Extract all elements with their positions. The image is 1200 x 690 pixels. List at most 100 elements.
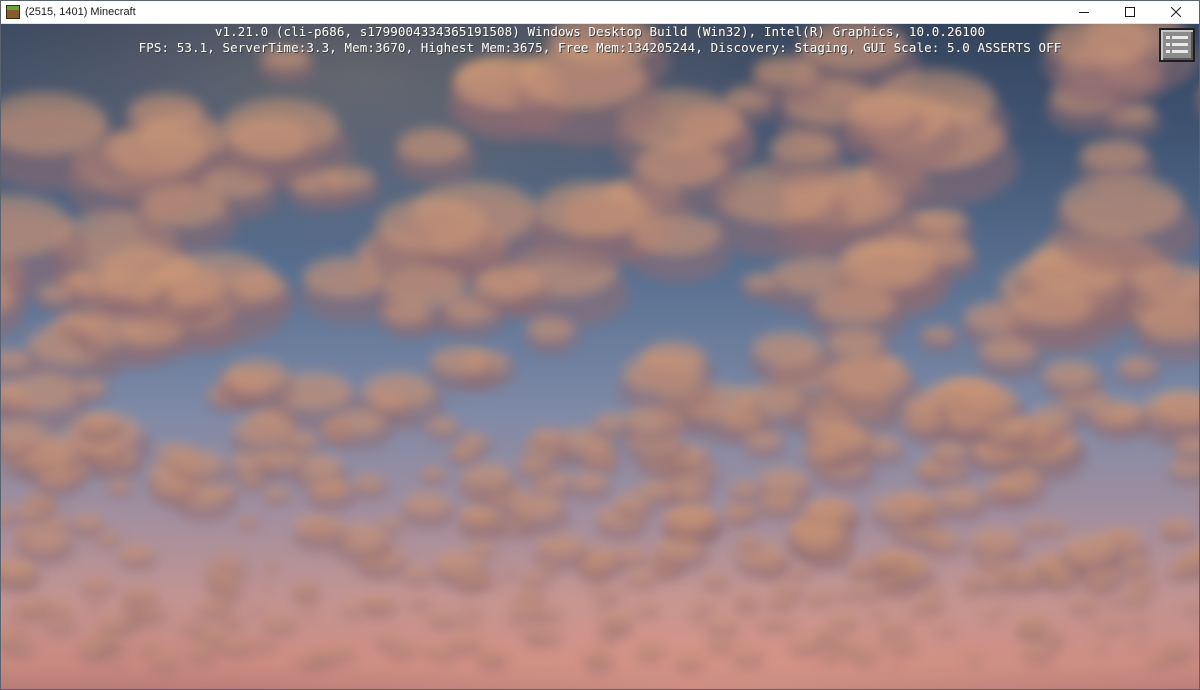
cloud — [380, 517, 403, 529]
cloud — [17, 627, 28, 633]
cloud — [8, 615, 21, 622]
cloud — [736, 593, 751, 601]
cloud — [586, 649, 606, 659]
debug-stats-line: FPS: 53.1, ServerTime:3.3, Mem:3670, Hig… — [138, 40, 1062, 55]
cloud — [922, 325, 955, 343]
title-bar[interactable]: (2515, 1401) Minecraft — [1, 1, 1199, 24]
close-icon — [1171, 7, 1181, 17]
cloud — [1173, 650, 1184, 656]
cloud — [903, 411, 944, 432]
cloud — [353, 474, 385, 491]
cloud — [292, 582, 315, 594]
cloud — [752, 54, 818, 88]
cloud — [126, 585, 155, 600]
cloud — [850, 95, 916, 128]
cloud — [916, 464, 940, 476]
cloud — [264, 564, 278, 571]
cloud — [472, 574, 489, 583]
cloud — [997, 602, 1009, 608]
cloud — [622, 353, 705, 395]
cloud — [230, 272, 287, 301]
cloud — [1043, 359, 1098, 387]
menu-button[interactable] — [1159, 28, 1195, 62]
cloud — [197, 597, 228, 613]
cloud — [228, 623, 239, 629]
cloud — [850, 646, 877, 660]
cloud — [1148, 653, 1170, 665]
cloud — [1047, 521, 1067, 531]
cloud — [696, 600, 712, 608]
cloud — [461, 619, 476, 627]
cloud — [231, 373, 276, 395]
minimize-icon — [1079, 12, 1089, 13]
cloud — [828, 355, 911, 397]
cloud — [996, 471, 1041, 494]
cloud — [323, 166, 375, 192]
cloud — [435, 551, 484, 576]
cloud — [635, 643, 662, 656]
cloud — [448, 444, 478, 459]
cloud — [537, 559, 558, 570]
cloud — [14, 527, 34, 537]
cloud-layer — [1, 24, 1199, 689]
cloud — [983, 609, 1001, 618]
menu-list-icon — [1166, 36, 1188, 53]
cloud — [830, 612, 857, 626]
cloud — [1130, 617, 1146, 625]
cloud — [78, 642, 105, 657]
cloud — [1045, 571, 1075, 586]
window-title: (2515, 1401) Minecraft — [25, 6, 136, 18]
cloud — [1178, 556, 1199, 569]
cloud — [429, 608, 457, 623]
cloud — [891, 636, 916, 649]
cloud — [972, 527, 1020, 552]
cloud — [21, 603, 42, 614]
cloud — [716, 583, 727, 589]
cloud — [212, 553, 243, 569]
debug-version-line: v1.21.0 (cli-p686, s1799004334365191508)… — [214, 24, 986, 39]
cloud — [396, 127, 469, 164]
cloud — [119, 544, 153, 562]
cloud — [626, 569, 654, 584]
cloud — [250, 606, 261, 612]
caption-buttons — [1061, 1, 1199, 23]
cloud — [1121, 586, 1149, 601]
minimize-button[interactable] — [1061, 1, 1107, 23]
cloud — [1061, 535, 1115, 562]
cloud — [527, 317, 575, 341]
cloud — [1110, 532, 1130, 542]
cloud — [1058, 174, 1184, 237]
cloud — [408, 595, 429, 605]
maximize-button[interactable] — [1107, 1, 1153, 23]
cloud — [150, 651, 178, 665]
cloud — [706, 615, 737, 631]
cloud — [616, 547, 645, 562]
cloud — [581, 559, 610, 573]
cloud — [107, 480, 131, 492]
cloud — [404, 492, 450, 516]
cloud — [803, 441, 843, 461]
cloud — [788, 567, 804, 576]
cloud — [615, 493, 651, 511]
cloud — [814, 283, 896, 324]
cloud — [366, 595, 395, 609]
cloud — [674, 512, 709, 530]
cloud — [34, 498, 57, 510]
cloud — [1130, 574, 1155, 587]
cloud — [1022, 642, 1052, 657]
cloud — [657, 536, 704, 559]
minecraft-window: (2515, 1401) Minecraft v1.21.0 (cli-p686… — [0, 0, 1200, 690]
cloud — [1106, 599, 1120, 606]
maximize-icon — [1125, 7, 1135, 17]
cloud — [875, 641, 887, 648]
cloud — [87, 602, 99, 608]
close-button[interactable] — [1153, 1, 1199, 23]
cloud — [509, 492, 564, 519]
game-viewport[interactable]: v1.21.0 (cli-p686, s1799004334365191508)… — [1, 24, 1199, 689]
cloud — [21, 578, 34, 584]
cloud — [536, 181, 647, 237]
cloud — [852, 581, 880, 596]
cloud — [666, 417, 686, 427]
cloud — [475, 650, 497, 661]
cloud — [736, 535, 759, 547]
